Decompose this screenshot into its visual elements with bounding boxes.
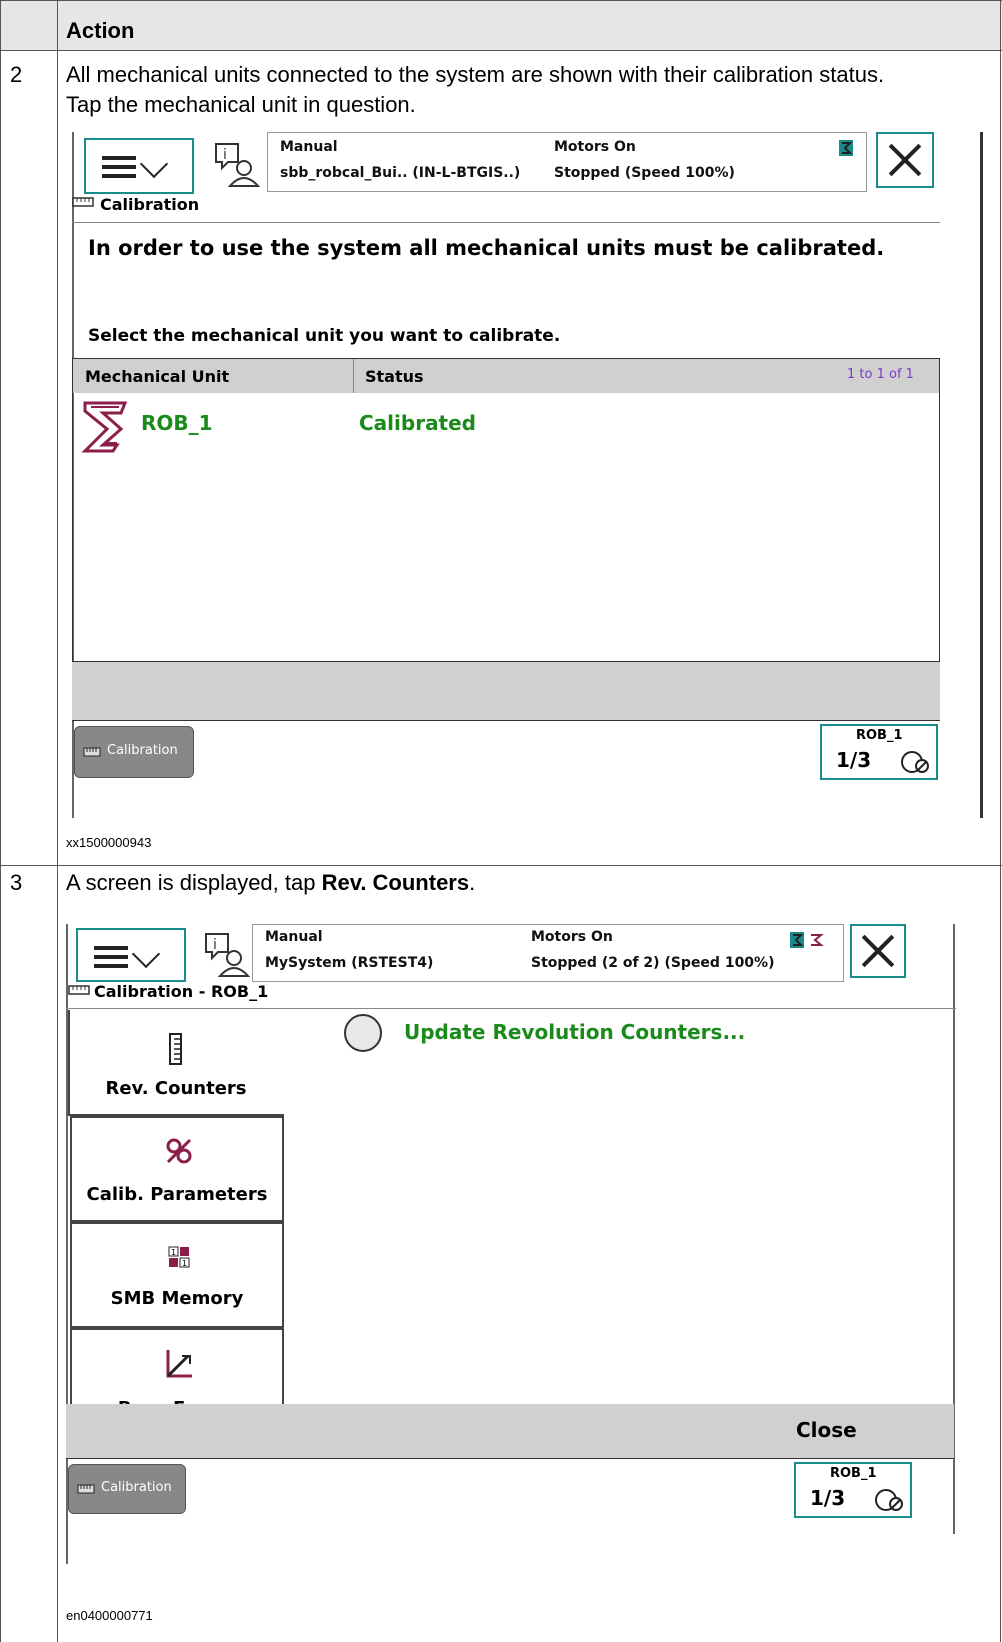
step-number: 3 — [10, 870, 23, 895]
unit-name: ROB_1 — [141, 411, 213, 435]
document-table: Action 2 All mechanical units connected … — [0, 0, 1002, 1642]
status-bar: Manual sbb_robcal_Bui.. (IN-L-BTGIS..) M… — [267, 132, 867, 192]
tab-label: Rev. Counters — [105, 1078, 247, 1099]
robot-arm-icon — [81, 401, 128, 453]
paging-indicator: 1 to 1 of 1 — [847, 367, 914, 382]
program-state: Stopped (2 of 2) (Speed 100%) — [531, 955, 775, 971]
binary-icon: 1 1 — [168, 1246, 190, 1268]
quickset-unit: ROB_1 — [856, 728, 903, 743]
robot-status-icon — [839, 140, 853, 156]
increment-icon — [875, 1489, 903, 1511]
close-button[interactable] — [850, 924, 906, 978]
gears-icon — [166, 1138, 192, 1164]
event-log-icon[interactable]: i — [202, 930, 250, 980]
increment-icon — [901, 751, 929, 773]
tab-smb-memory[interactable]: 1 1 SMB Memory — [70, 1222, 284, 1328]
step-text: A screen is displayed, tap Rev. Counters… — [66, 870, 476, 895]
calibration-message: In order to use the system all mechanica… — [88, 236, 885, 260]
table-header-row — [0, 0, 1002, 50]
main-menu-button[interactable] — [76, 928, 186, 982]
radio-button[interactable] — [344, 1014, 382, 1052]
quickset-fraction: 1/3 — [810, 1486, 846, 1510]
status-bar: Manual MySystem (RSTEST4) Motors On Stop… — [252, 924, 844, 982]
flexpendant-screen-1: i Manual sbb_robcal_Bui.. (IN-L-BTGIS..)… — [72, 132, 984, 818]
system-name: sbb_robcal_Bui.. (IN-L-BTGIS..) — [280, 165, 521, 181]
mechanical-unit-list: Mechanical Unit Status 1 to 1 of 1 ROB_1… — [72, 358, 940, 662]
program-state: Stopped (Speed 100%) — [554, 165, 735, 181]
motors-state: Motors On — [531, 929, 613, 945]
taskbar-calibration[interactable]: Calibration — [74, 726, 194, 778]
command-bar — [72, 662, 940, 720]
update-revolution-counters-option[interactable]: Update Revolution Counters... — [342, 1012, 762, 1056]
taskbar-calibration[interactable]: Calibration — [68, 1464, 186, 1514]
hamburger-icon — [102, 156, 136, 178]
column-mechanical-unit: Mechanical Unit — [85, 367, 230, 386]
svg-text:i: i — [213, 937, 217, 953]
app-title: Calibration - ROB_1 — [94, 982, 269, 1001]
event-log-icon[interactable]: i — [212, 140, 260, 190]
close-command[interactable]: Close — [796, 1418, 857, 1442]
axes-icon — [166, 1350, 192, 1378]
main-menu-button[interactable] — [84, 138, 194, 194]
svg-text:i: i — [223, 147, 227, 163]
quickset-button[interactable]: ROB_1 1/3 — [794, 1462, 912, 1518]
table-header-action: Action — [66, 18, 135, 43]
operating-mode: Manual — [265, 929, 323, 945]
robot-status-icon — [790, 932, 824, 948]
tab-rev-counters[interactable]: Rev. Counters — [68, 1010, 284, 1116]
tab-label: Calib. Parameters — [86, 1184, 268, 1205]
operating-mode: Manual — [280, 139, 338, 155]
ruler-icon — [169, 1033, 182, 1065]
quickset-button[interactable]: ROB_1 1/3 — [820, 724, 938, 780]
chevron-down-icon — [131, 939, 161, 969]
column-status: Status — [365, 367, 424, 386]
figure-id: en0400000771 — [66, 1608, 153, 1623]
flexpendant-screen-2: i Manual MySystem (RSTEST4) Motors On St… — [66, 924, 956, 1606]
taskbar-label: Calibration — [101, 1480, 172, 1495]
motors-state: Motors On — [554, 139, 636, 155]
step-text-line2: Tap the mechanical unit in question. — [66, 92, 416, 117]
figure-id: xx1500000943 — [66, 835, 152, 850]
step-number: 2 — [10, 62, 23, 87]
chevron-down-icon — [139, 149, 169, 179]
ruler-icon — [83, 747, 101, 757]
app-title: Calibration — [100, 195, 200, 214]
option-label: Update Revolution Counters... — [404, 1020, 746, 1044]
ruler-icon — [68, 985, 90, 995]
ruler-icon — [77, 1484, 95, 1494]
tab-label: SMB Memory — [110, 1288, 244, 1309]
taskbar-label: Calibration — [107, 743, 178, 758]
system-name: MySystem (RSTEST4) — [265, 955, 434, 971]
unit-status: Calibrated — [359, 411, 477, 435]
svg-text:1: 1 — [171, 1248, 176, 1257]
select-instruction: Select the mechanical unit you want to c… — [88, 326, 561, 346]
hamburger-icon — [94, 946, 128, 968]
svg-text:1: 1 — [182, 1259, 187, 1268]
quickset-unit: ROB_1 — [830, 1466, 877, 1481]
table-row[interactable]: ROB_1 Calibrated — [73, 397, 939, 457]
quickset-fraction: 1/3 — [836, 748, 872, 772]
step-text-line1: All mechanical units connected to the sy… — [66, 62, 885, 87]
close-button[interactable] — [876, 132, 934, 188]
tab-calib-parameters[interactable]: Calib. Parameters — [70, 1116, 284, 1222]
ruler-icon — [72, 197, 94, 207]
